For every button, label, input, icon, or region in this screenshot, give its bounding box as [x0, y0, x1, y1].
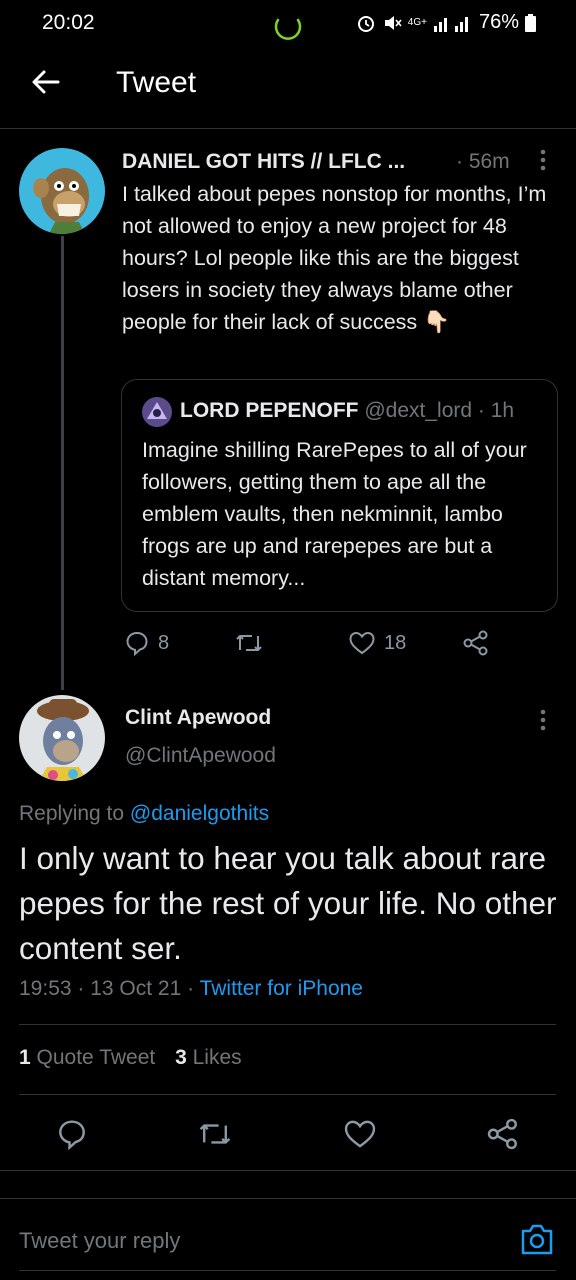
network-type: 4G+	[407, 16, 427, 28]
thread-line	[61, 236, 64, 690]
reply-bar-top-border	[0, 1198, 576, 1199]
main-more-options-icon[interactable]	[535, 708, 551, 734]
tweet-timestamp: 19:53 · 13 Oct 21 ·	[19, 977, 195, 1000]
more-options-icon[interactable]	[535, 148, 551, 174]
quote-author-name: LORD PEPENOFF	[180, 399, 359, 422]
main-author-name[interactable]: Clint Apewood	[125, 706, 271, 730]
quote-text: Imagine shilling RarePepes to all of you…	[142, 438, 527, 590]
back-arrow-icon[interactable]	[30, 66, 62, 98]
like-count: 18	[384, 631, 407, 654]
tweet-meta: 19:53 · 13 Oct 21 · Twitter for iPhone	[19, 977, 363, 1001]
replying-to: Replying to @danielgothits	[19, 802, 269, 826]
likes-label: Likes	[192, 1046, 242, 1069]
quote-label: Quote Tweet	[36, 1046, 156, 1069]
battery-level: 76%	[478, 11, 519, 33]
main-like-button[interactable]	[343, 1118, 377, 1150]
share-icon	[462, 630, 490, 656]
tweet-time: · 56m	[456, 150, 510, 173]
quote-time: · 1h	[477, 399, 515, 422]
reply-count: 8	[158, 631, 170, 654]
status-bar: 20:02 4G+ 76%	[0, 0, 576, 50]
main-author-handle[interactable]: @ClintApewood	[125, 744, 276, 768]
loading-spinner-icon	[272, 8, 304, 40]
replying-to-link[interactable]: @danielgothits	[130, 802, 269, 825]
quote-tweets-stat[interactable]: 1 Quote Tweet	[19, 1046, 161, 1069]
retweet-button[interactable]	[234, 630, 272, 656]
share-button[interactable]	[462, 630, 490, 656]
reply-icon	[59, 1120, 85, 1150]
reply-icon	[124, 630, 150, 656]
status-icons: 4G+ 76%	[356, 11, 536, 34]
status-time: 20:02	[42, 11, 95, 34]
like-button[interactable]: 18	[348, 630, 406, 656]
heart-icon	[348, 630, 376, 656]
main-avatar[interactable]	[19, 695, 105, 781]
reply-button[interactable]: 8	[124, 630, 169, 656]
retweet-icon	[199, 1124, 231, 1144]
divider	[19, 1024, 556, 1025]
alarm-icon	[356, 13, 376, 33]
signal-icon	[433, 14, 473, 32]
likes-count: 3	[175, 1046, 187, 1069]
divider	[19, 1270, 556, 1271]
tweet-stats: 1 Quote Tweet 3 Likes	[19, 1046, 242, 1070]
mute-icon	[382, 13, 402, 33]
main-share-button[interactable]	[486, 1118, 520, 1150]
author-name[interactable]: DANIEL GOT HITS // LFLC ...	[122, 150, 405, 174]
page-title: Tweet	[116, 66, 197, 99]
avatar[interactable]	[19, 148, 105, 234]
divider	[19, 1094, 556, 1095]
quote-count: 1	[19, 1046, 31, 1069]
replying-prefix: Replying to	[19, 802, 125, 825]
reply-input[interactable]: Tweet your reply	[19, 1228, 180, 1254]
share-icon	[487, 1118, 517, 1150]
battery-icon	[525, 13, 536, 32]
main-tweet-text: I only want to hear you talk about rare …	[19, 840, 557, 966]
header	[0, 52, 576, 129]
quote-avatar	[142, 397, 172, 427]
camera-icon[interactable]	[519, 1222, 555, 1256]
heart-icon	[344, 1120, 376, 1148]
tweet-text: I talked about pepes nonstop for months,…	[122, 182, 547, 334]
main-reply-button[interactable]	[56, 1118, 88, 1150]
main-retweet-button[interactable]	[197, 1118, 233, 1150]
tweet-source-link[interactable]: Twitter for iPhone	[200, 977, 363, 1000]
quote-handle: @dext_lord	[364, 399, 473, 422]
retweet-icon	[234, 630, 264, 656]
divider	[0, 1170, 576, 1171]
quote-header: LORD PEPENOFF @dext_lord · 1h	[180, 399, 514, 423]
likes-stat[interactable]: 3 Likes	[175, 1046, 242, 1069]
